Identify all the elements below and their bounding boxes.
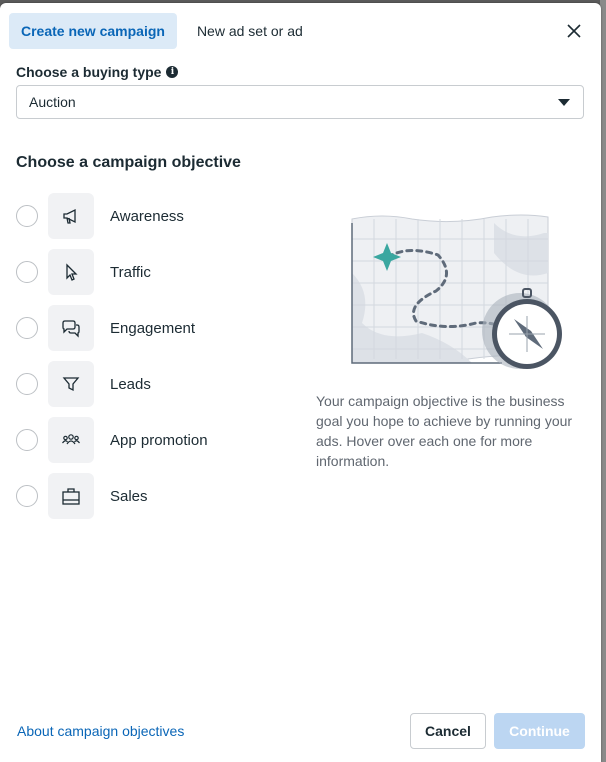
- radio-button[interactable]: [16, 485, 38, 507]
- objective-label: Sales: [110, 487, 148, 505]
- buying-type-value: Auction: [29, 94, 76, 110]
- radio-button[interactable]: [16, 317, 38, 339]
- buying-type-label-text: Choose a buying type: [16, 64, 162, 80]
- tab-create-new-campaign[interactable]: Create new campaign: [9, 13, 177, 49]
- objective-app-promotion[interactable]: App promotion: [16, 417, 276, 463]
- objective-label: App promotion: [110, 431, 208, 449]
- objective-label: Leads: [110, 375, 151, 393]
- info-icon[interactable]: i: [166, 66, 179, 78]
- objective-label: Engagement: [110, 319, 196, 337]
- chat-bubbles-icon: [48, 305, 94, 351]
- objective-sales[interactable]: Sales: [16, 473, 276, 519]
- objective-description: Your campaign objective is the business …: [316, 393, 573, 469]
- objective-label: Traffic: [110, 263, 151, 281]
- chevron-down-icon: [558, 99, 570, 106]
- about-campaign-objectives-link[interactable]: About campaign objectives: [17, 723, 184, 739]
- objective-label: Awareness: [110, 207, 184, 225]
- continue-button[interactable]: Continue: [494, 713, 585, 749]
- radio-button[interactable]: [16, 205, 38, 227]
- cursor-icon: [48, 249, 94, 295]
- people-icon: [48, 417, 94, 463]
- dialog-tabs: Create new campaign New ad set or ad: [9, 13, 315, 49]
- buying-type-label: Choose a buying type i: [16, 64, 179, 80]
- objective-heading: Choose a campaign objective: [16, 154, 241, 171]
- cancel-button[interactable]: Cancel: [410, 713, 486, 749]
- objective-traffic[interactable]: Traffic: [16, 249, 276, 295]
- radio-button[interactable]: [16, 429, 38, 451]
- campaign-dialog: Create new campaign New ad set or ad Cho…: [0, 3, 601, 762]
- close-icon[interactable]: [563, 20, 585, 42]
- objective-list: Awareness Traffic Engagement Leads App p…: [16, 193, 276, 529]
- tab-new-ad-set-or-ad[interactable]: New ad set or ad: [185, 13, 315, 49]
- radio-button[interactable]: [16, 373, 38, 395]
- shopping-bag-icon: [48, 473, 94, 519]
- objective-awareness[interactable]: Awareness: [16, 193, 276, 239]
- objective-leads[interactable]: Leads: [16, 361, 276, 407]
- megaphone-icon: [48, 193, 94, 239]
- map-compass-illustration: [344, 213, 564, 383]
- funnel-icon: [48, 361, 94, 407]
- objective-engagement[interactable]: Engagement: [16, 305, 276, 351]
- buying-type-select[interactable]: Auction: [16, 85, 584, 119]
- radio-button[interactable]: [16, 261, 38, 283]
